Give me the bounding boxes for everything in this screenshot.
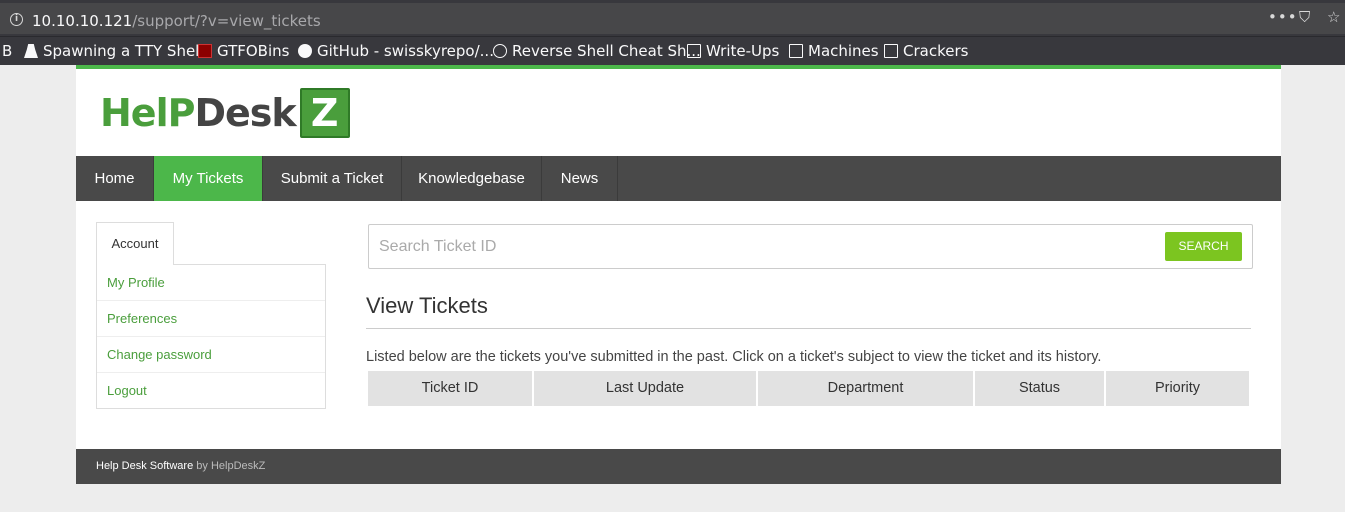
column-department[interactable]: Department bbox=[758, 371, 973, 406]
sidebar-item-change-password[interactable]: Change password bbox=[97, 337, 325, 373]
sidebar-item-logout[interactable]: Logout bbox=[97, 373, 325, 409]
bookmark-item[interactable]: GitHub - swisskyrepo/... bbox=[298, 41, 494, 61]
column-last-update[interactable]: Last Update bbox=[534, 371, 756, 406]
search-button[interactable]: SEARCH bbox=[1165, 232, 1242, 261]
bookmark-star-icon[interactable]: ☆ bbox=[1327, 8, 1340, 26]
bookmarks-toolbar: B Spawning a TTY Shell GTFOBins GitHub -… bbox=[0, 37, 1345, 65]
column-status[interactable]: Status bbox=[975, 371, 1104, 406]
account-menu: My Profile Preferences Change password L… bbox=[96, 264, 326, 409]
nav-knowledgebase[interactable]: Knowledgebase bbox=[402, 156, 542, 201]
github-icon bbox=[298, 44, 312, 58]
tab-account[interactable]: Account bbox=[96, 222, 174, 265]
footer: Help Desk Software by HelpDeskZ bbox=[76, 449, 1281, 484]
nav-my-tickets[interactable]: My Tickets bbox=[154, 156, 263, 201]
bookmark-folder[interactable]: Crackers bbox=[884, 41, 968, 61]
page-container: HelP Desk Z Home My Tickets Submit a Ticke… bbox=[76, 65, 1281, 449]
folder-icon bbox=[687, 44, 701, 58]
nav-news[interactable]: News bbox=[542, 156, 618, 201]
more-actions-icon[interactable]: ••• bbox=[1268, 8, 1298, 26]
column-priority[interactable]: Priority bbox=[1106, 371, 1249, 406]
bookmark-folder[interactable]: Machines bbox=[789, 41, 879, 61]
sidebar-item-my-profile[interactable]: My Profile bbox=[97, 265, 325, 301]
bookmark-item[interactable]: B bbox=[2, 41, 12, 61]
url-text[interactable]: 10.10.10.121/support/?v=view_tickets bbox=[32, 12, 321, 30]
pocket-icon[interactable]: ⛉ bbox=[1299, 8, 1310, 26]
page-title: View Tickets bbox=[366, 293, 488, 318]
gtfobins-icon bbox=[198, 44, 212, 58]
bookmark-item[interactable]: Reverse Shell Cheat Sh... bbox=[493, 41, 701, 61]
helpdeskz-logo[interactable]: HelP Desk Z bbox=[100, 87, 350, 139]
info-icon[interactable]: i bbox=[10, 13, 23, 26]
nav-home[interactable]: Home bbox=[76, 156, 154, 201]
tty-icon bbox=[24, 44, 38, 58]
bookmark-item[interactable]: GTFOBins bbox=[198, 41, 289, 61]
nav-submit-ticket[interactable]: Submit a Ticket bbox=[263, 156, 402, 201]
page-description: Listed below are the tickets you've subm… bbox=[366, 349, 1102, 365]
bookmark-item[interactable]: Spawning a TTY Shell bbox=[24, 41, 204, 61]
url-bar: i 10.10.10.121/support/?v=view_tickets •… bbox=[0, 0, 1345, 37]
globe-icon bbox=[493, 44, 507, 58]
search-input[interactable] bbox=[379, 225, 1139, 268]
folder-icon bbox=[789, 44, 803, 58]
column-ticket-id[interactable]: Ticket ID bbox=[368, 371, 532, 406]
footer-credit: Help Desk Software by HelpDeskZ bbox=[96, 460, 266, 472]
ticket-search: SEARCH bbox=[368, 224, 1253, 269]
bookmark-folder[interactable]: Write-Ups bbox=[687, 41, 779, 61]
address-field[interactable]: i 10.10.10.121/support/?v=view_tickets bbox=[0, 3, 1345, 34]
divider bbox=[366, 328, 1251, 329]
main-nav: Home My Tickets Submit a Ticket Knowledg… bbox=[76, 156, 1281, 201]
folder-icon bbox=[884, 44, 898, 58]
sidebar-item-preferences[interactable]: Preferences bbox=[97, 301, 325, 337]
